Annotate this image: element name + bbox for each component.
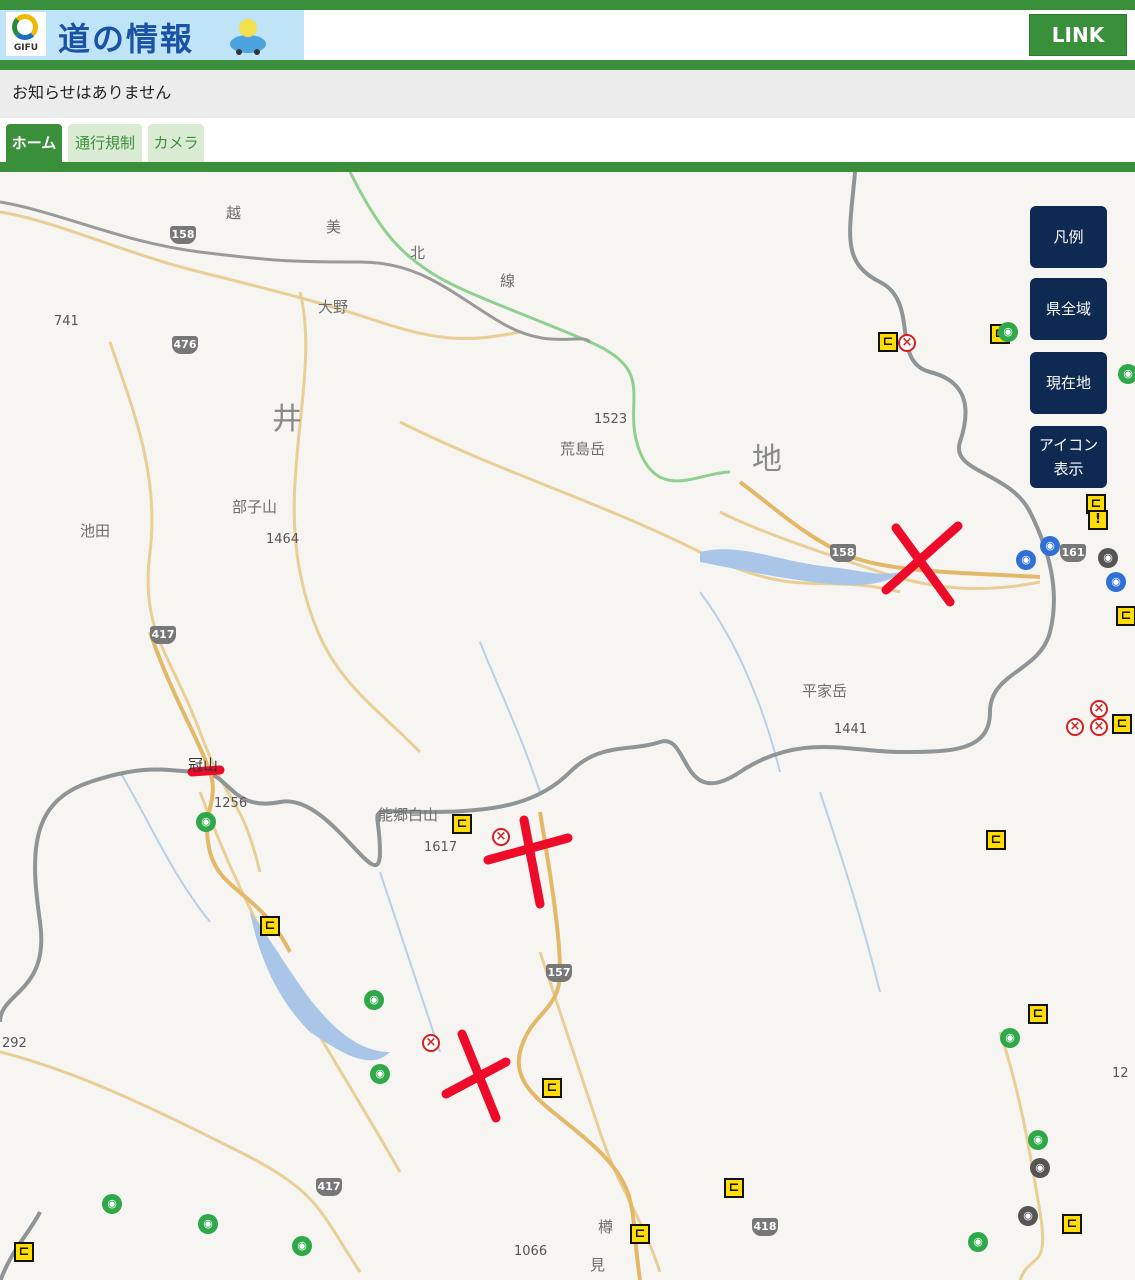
camera-icon[interactable]: ◉ [370, 1064, 390, 1084]
restriction-sign-icon[interactable]: ⊏ [452, 814, 472, 834]
camera-icon[interactable]: ◉ [196, 812, 216, 832]
whole-prefecture-button[interactable]: 県全域 [1030, 278, 1107, 340]
road-closed-icon[interactable]: × [1090, 700, 1108, 718]
route-shield: 476 [172, 336, 198, 354]
mascot-car-icon [230, 19, 266, 55]
map-label-bukosan: 部子山 [232, 498, 278, 516]
route-shield: 161 [1060, 544, 1086, 562]
map-label-h292: 292 [2, 1036, 27, 1051]
restriction-sign-icon[interactable]: ⊏ [630, 1224, 650, 1244]
tab-bar: ホーム 通行規制 カメラ [0, 118, 1135, 172]
camera-icon[interactable]: ◉ [1030, 1158, 1050, 1178]
camera-icon[interactable]: ◉ [1118, 364, 1135, 384]
map-label-kanmuriyama: 冠山 [188, 756, 219, 774]
restriction-sign-icon[interactable]: ⊏ [260, 916, 280, 936]
camera-icon[interactable]: ◉ [1018, 1206, 1038, 1226]
map-label-kita: 北 [410, 244, 426, 262]
map-canvas [0, 172, 1056, 1280]
restriction-sign-icon[interactable]: ⊏ [1062, 1214, 1082, 1234]
warning-sign-icon[interactable]: ! [1088, 510, 1108, 530]
tab-home[interactable]: ホーム [6, 124, 62, 162]
legend-button[interactable]: 凡例 [1030, 206, 1107, 268]
camera-icon[interactable]: ◉ [1000, 1028, 1020, 1048]
camera-icon[interactable]: ◉ [1016, 550, 1036, 570]
site-title: 道の情報 [58, 20, 195, 58]
map-label-sen: 線 [500, 272, 516, 290]
camera-icon[interactable]: ◉ [292, 1236, 312, 1256]
restriction-sign-icon[interactable]: ⊏ [1112, 714, 1132, 734]
map-label-fukui: 井 [272, 402, 302, 437]
header-bar: GIFU 道の情報 LINK [0, 0, 1135, 70]
map-label-ono: 大野 [318, 298, 349, 316]
road-closed-icon[interactable]: × [422, 1034, 440, 1052]
camera-icon[interactable]: ◉ [1098, 548, 1118, 568]
map-label-ikeda: 池田 [80, 522, 111, 540]
restriction-sign-icon[interactable]: ⊏ [986, 830, 1006, 850]
map-label-h12: 12 [1112, 1066, 1129, 1081]
route-shield: 418 [752, 1218, 778, 1236]
gifu-logo-text: GIFU [13, 43, 39, 53]
gifu-logo-icon [12, 14, 38, 40]
tab-camera[interactable]: カメラ [148, 124, 204, 162]
map-label-heikegatake: 平家岳 [802, 682, 848, 700]
restriction-sign-icon[interactable]: ⊏ [542, 1078, 562, 1098]
current-location-button[interactable]: 現在地 [1030, 352, 1107, 414]
map-label-h1441: 1441 [834, 722, 868, 737]
map-label-chi: 地 [752, 442, 782, 477]
camera-icon[interactable]: ◉ [1028, 1130, 1048, 1150]
map-label-h741: 741 [54, 314, 79, 329]
restriction-sign-icon[interactable]: ⊏ [724, 1178, 744, 1198]
map-label-h1256: 1256 [214, 796, 248, 811]
road-closed-icon[interactable]: × [898, 334, 916, 352]
restriction-sign-icon[interactable]: ⊏ [1028, 1004, 1048, 1024]
route-shield: 158 [170, 226, 196, 244]
map-label-mi2: 見 [590, 1256, 606, 1274]
camera-icon[interactable]: ◉ [998, 322, 1018, 342]
logo-area[interactable]: GIFU 道の情報 [0, 10, 304, 60]
camera-icon[interactable]: ◉ [968, 1232, 988, 1252]
map-label-neo: 樽 [598, 1218, 614, 1236]
route-shield: 158 [830, 544, 856, 562]
map-label-arashimadake: 荒島岳 [560, 440, 606, 458]
restriction-sign-icon[interactable]: ⊏ [14, 1242, 34, 1262]
camera-icon[interactable]: ◉ [1106, 572, 1126, 592]
notice-bar: お知らせはありません [0, 70, 1135, 118]
route-shield: 417 [150, 626, 176, 644]
map-label-h1523: 1523 [594, 412, 628, 427]
road-closed-icon[interactable]: × [1090, 718, 1108, 736]
map-label-h1464: 1464 [266, 532, 300, 547]
map-label-nogohakusan: 能郷白山 [378, 806, 439, 824]
road-closed-icon[interactable]: × [1066, 718, 1084, 736]
route-shield: 417 [316, 1178, 342, 1196]
tab-traffic-restrictions[interactable]: 通行規制 [68, 124, 142, 162]
restriction-sign-icon[interactable]: ⊏ [1116, 606, 1135, 626]
map-label-mi: 美 [326, 218, 342, 236]
camera-icon[interactable]: ◉ [102, 1194, 122, 1214]
road-closed-icon[interactable]: × [492, 828, 510, 846]
route-shield: 157 [546, 964, 572, 982]
camera-icon[interactable]: ◉ [1040, 536, 1060, 556]
camera-icon[interactable]: ◉ [198, 1214, 218, 1234]
camera-icon[interactable]: ◉ [364, 990, 384, 1010]
map-label-etsu: 越 [226, 204, 242, 222]
map-label-h1617: 1617 [424, 840, 458, 855]
link-button[interactable]: LINK [1029, 14, 1127, 56]
gifu-logo: GIFU [6, 12, 46, 56]
map-label-h1066: 1066 [514, 1244, 548, 1259]
icon-display-button[interactable]: アイコン表示 [1030, 426, 1107, 488]
map-view[interactable]: 越 美 北 線 大野 井 地 荒島岳 1523 741 部子山 1464 池田 … [0, 172, 1135, 1280]
restriction-sign-icon[interactable]: ⊏ [878, 332, 898, 352]
